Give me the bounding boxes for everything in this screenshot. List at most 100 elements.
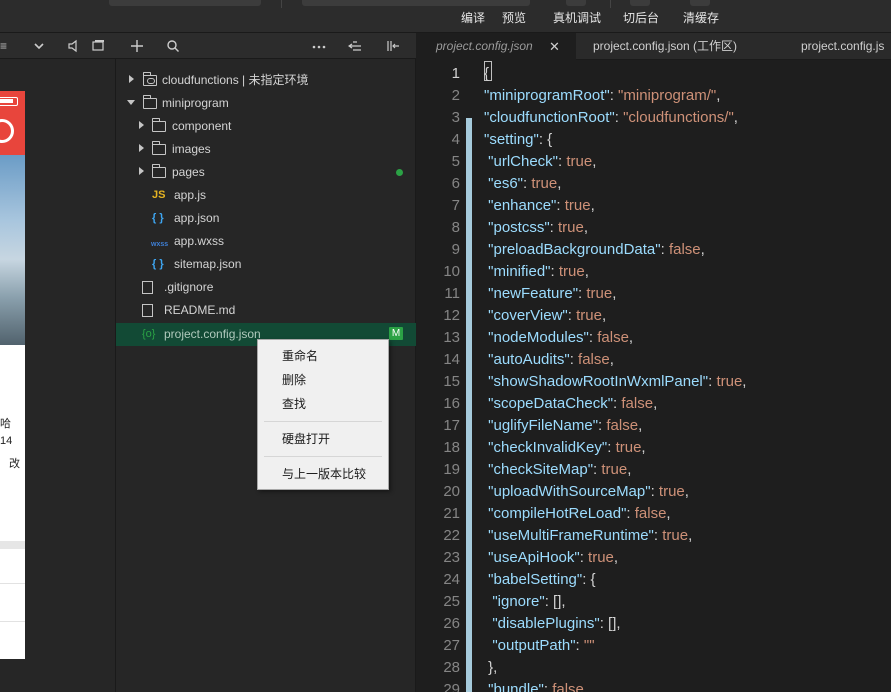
- line-number: 18: [443, 439, 460, 456]
- speaker-icon[interactable]: [68, 38, 78, 58]
- code-token: "disablePlugins": [484, 615, 600, 632]
- code-line: "cloudfunctionRoot": "cloudfunctions/",: [484, 107, 738, 129]
- code-token: :: [588, 329, 598, 346]
- code-token: ,: [590, 197, 595, 214]
- code-token: "postcss": [484, 219, 550, 236]
- preview-button[interactable]: 预览: [502, 9, 526, 26]
- tree-item-component[interactable]: component: [116, 115, 416, 138]
- folder-open-icon: [142, 95, 157, 109]
- code-token: :: [579, 549, 589, 566]
- tab-project-config[interactable]: project.config.json ✕: [416, 33, 576, 60]
- menu-item-rename[interactable]: 重命名: [258, 345, 388, 367]
- tree-item-label: app.wxss: [174, 234, 225, 248]
- sort-icon[interactable]: [347, 38, 362, 58]
- top-toolbar: 编译 预览 真机调试 切后台 清缓存: [0, 0, 891, 33]
- git-modified-badge: M: [389, 327, 403, 340]
- tree-item-cloudfunctions[interactable]: cloudfunctions | 未指定环境: [116, 69, 416, 92]
- code-token: false: [597, 329, 629, 346]
- code-token: ,: [733, 109, 738, 126]
- code-line: "babelSetting": {: [484, 569, 595, 591]
- code-token: ,: [601, 307, 607, 324]
- chevron-down-icon[interactable]: [127, 100, 135, 105]
- chevron-right-icon[interactable]: [139, 167, 144, 175]
- menu-item-find[interactable]: 查找: [258, 393, 388, 415]
- code-token: "": [583, 637, 595, 654]
- tree-item-label: .gitignore: [164, 280, 214, 294]
- collapse-icon[interactable]: [386, 38, 400, 58]
- code-token: {: [484, 65, 490, 82]
- tree-item-app-json[interactable]: { } app.json: [116, 207, 416, 230]
- line-number: 13: [443, 329, 460, 346]
- menu-icon[interactable]: ≡: [0, 38, 7, 54]
- menu-item-delete[interactable]: 删除: [258, 369, 388, 391]
- code-token: ,: [742, 373, 747, 390]
- toolbar-separator: [610, 0, 611, 8]
- add-icon[interactable]: [130, 38, 144, 58]
- close-icon[interactable]: ✕: [549, 33, 560, 60]
- menu-item-open-in-disk[interactable]: 硬盘打开: [258, 428, 388, 450]
- window-icon[interactable]: [92, 38, 105, 58]
- tree-item-sitemap-json[interactable]: { } sitemap.json: [116, 253, 416, 276]
- remote-debug-button[interactable]: 真机调试: [553, 9, 601, 26]
- tree-item-readme[interactable]: README.md: [116, 299, 416, 322]
- background-button[interactable]: 切后台: [623, 9, 659, 26]
- code-line: "showShadowRootInWxmlPanel": true,: [484, 371, 746, 393]
- menu-item-compare-previous[interactable]: 与上一版本比较: [258, 463, 388, 485]
- line-number: 8: [451, 219, 460, 236]
- code-token: true: [566, 153, 593, 170]
- search-icon[interactable]: [166, 38, 180, 58]
- line-number: 23: [443, 549, 460, 566]
- code-token: ,: [583, 219, 589, 236]
- chevron-right-icon[interactable]: [129, 75, 134, 83]
- tree-item-pages[interactable]: pages: [116, 161, 416, 184]
- code-line: "ignore": [],: [484, 591, 565, 613]
- code-token: "showShadowRootInWxmlPanel": [484, 373, 709, 390]
- compile-button[interactable]: 编译: [461, 9, 485, 26]
- code-token: :: [575, 637, 584, 654]
- tree-item-app-wxss[interactable]: wxss app.wxss: [116, 230, 416, 253]
- tree-item-images[interactable]: images: [116, 138, 416, 161]
- code-token: ,: [627, 461, 632, 478]
- code-token: ,: [638, 417, 643, 434]
- code-token: "newFeature": [484, 285, 579, 302]
- tree-item-app-js[interactable]: JS app.js: [116, 184, 416, 207]
- more-icon[interactable]: [312, 38, 326, 58]
- line-number: 16: [443, 395, 460, 412]
- sim-text-fragment: 14: [0, 435, 13, 447]
- line-number: 17: [443, 417, 460, 434]
- code-token: :: [609, 87, 619, 104]
- phone-screen[interactable]: 哈 14 改: [0, 91, 25, 659]
- toolbar-stub-small: [630, 0, 650, 6]
- sim-divider: [0, 541, 25, 549]
- line-number: 27: [443, 637, 460, 654]
- chevron-down-icon[interactable]: [34, 38, 44, 58]
- line-number: 6: [451, 175, 460, 192]
- tree-item-gitignore[interactable]: .gitignore: [116, 276, 416, 299]
- code-line: "checkInvalidKey": true,: [484, 437, 645, 459]
- code-token: "useMultiFrameRuntime": [484, 527, 654, 544]
- line-number: 29: [443, 681, 460, 692]
- line-number: 9: [451, 241, 460, 258]
- code-token: ,: [609, 351, 614, 368]
- code-token: "coverView": [484, 307, 568, 324]
- toolbar-stub-small: [566, 0, 586, 6]
- tab-project-config-workspace[interactable]: project.config.json (工作区): [573, 33, 783, 60]
- code-token: ,: [584, 263, 589, 280]
- code-line: "useMultiFrameRuntime": true,: [484, 525, 692, 547]
- code-token: "uploadWithSourceMap": [484, 483, 651, 500]
- chevron-right-icon[interactable]: [139, 144, 144, 152]
- code-token: ,: [557, 175, 562, 192]
- chevron-right-icon[interactable]: [139, 121, 144, 129]
- battery-icon: [0, 97, 18, 106]
- code-token: : {: [538, 131, 553, 148]
- tree-item-label: miniprogram: [162, 96, 229, 110]
- tab-project-config-other[interactable]: project.config.js: [781, 33, 891, 60]
- line-number: 25: [443, 593, 460, 610]
- tree-item-label: app.json: [174, 211, 220, 225]
- code-token: false: [621, 395, 654, 412]
- code-editor[interactable]: project.config.json ✕ project.config.jso…: [416, 33, 891, 692]
- tree-item-miniprogram[interactable]: miniprogram: [116, 92, 416, 115]
- clear-cache-button[interactable]: 清缓存: [683, 9, 719, 26]
- code-line: "preloadBackgroundData": false,: [484, 239, 705, 261]
- code-token: ,: [612, 285, 617, 302]
